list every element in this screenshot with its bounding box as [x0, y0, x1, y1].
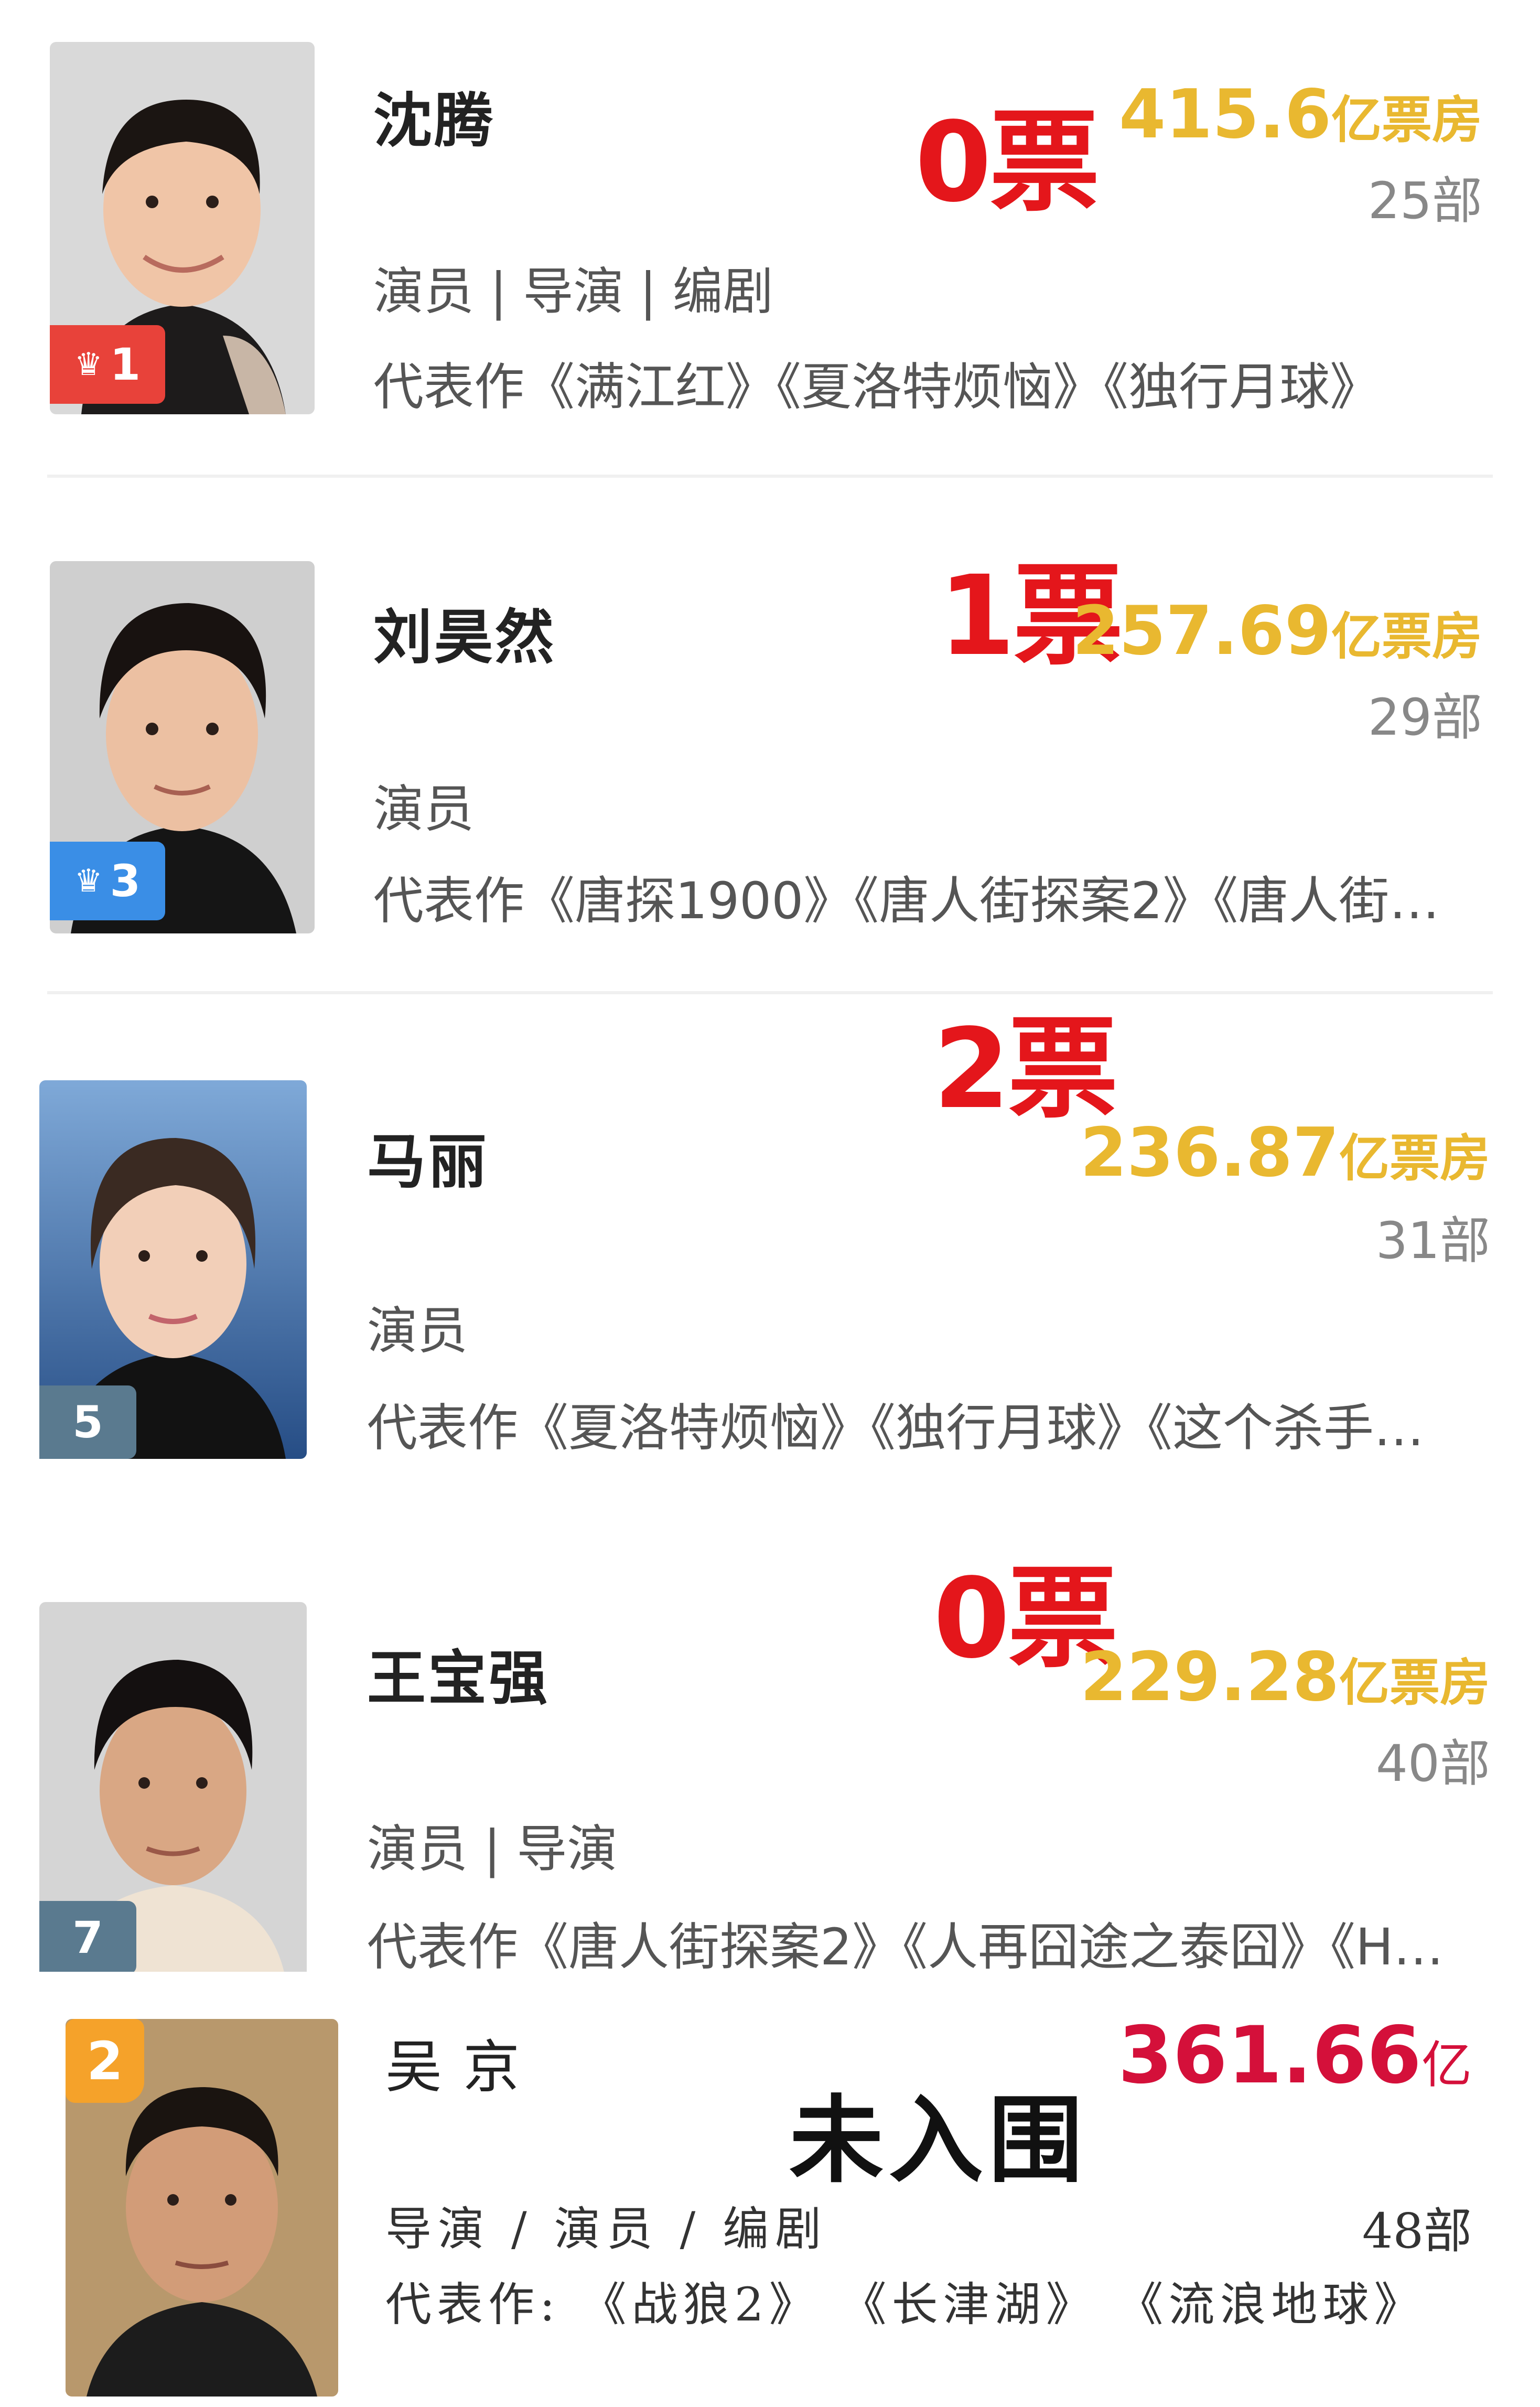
- box-office-value: 361.66: [1118, 2010, 1421, 2101]
- actor-name: 吴京: [385, 2035, 541, 2100]
- box-office-value: 229.28: [1080, 1638, 1339, 1716]
- vote-count: 2票: [933, 1005, 1118, 1133]
- actor-name: 王宝强: [367, 1645, 550, 1713]
- rank-badge: ♛ 1: [50, 325, 165, 404]
- actor-name: 马丽: [367, 1128, 489, 1196]
- rank-badge: ♛ 3: [50, 842, 165, 920]
- box-office-unit: 亿: [1421, 2036, 1472, 2094]
- actor-name: 刘昊然: [373, 604, 556, 672]
- box-office-value: 415.6: [1119, 76, 1331, 154]
- box-office-value: 236.87: [1080, 1114, 1339, 1192]
- box-office: 257.69亿票房: [1072, 598, 1482, 665]
- actor-roles: 演员: [373, 780, 474, 839]
- not-shortlisted-stamp: 未入围: [789, 2085, 1089, 2196]
- actor-name: 沈腾: [373, 87, 495, 155]
- crown-icon: ♛: [74, 863, 103, 899]
- actor-card-1[interactable]: ♛ 1 沈腾 0票 415.6亿票房 25部 演员 | 导演 | 编剧 代表作《…: [0, 0, 1540, 472]
- film-count: 31部: [1375, 1211, 1490, 1270]
- divider: [47, 991, 1493, 994]
- box-office: 415.6亿票房: [1119, 81, 1482, 148]
- actor-card-2[interactable]: ♛ 3 刘昊然 1票 257.69亿票房 29部 演员 代表作《唐探1900》《…: [0, 480, 1540, 983]
- actor-roles: 演员 | 导演 | 编剧: [373, 262, 773, 321]
- film-count: 48部: [1362, 2203, 1472, 2259]
- rank-number: 3: [110, 855, 141, 907]
- actor-roles: 演员 | 导演: [367, 1820, 618, 1878]
- representative-works[interactable]: 代表作《唐人街探案2》《人再囧途之泰囧》《H…: [367, 1906, 1444, 1972]
- rank-badge: 2: [66, 2019, 144, 2103]
- representative-works[interactable]: 代表作《夏洛特烦恼》《独行月球》《这个杀手…: [367, 1387, 1424, 1460]
- rank-badge: 7: [39, 1901, 136, 1972]
- rank-number: 1: [110, 339, 141, 390]
- box-office-unit: 亿票房: [1339, 1653, 1490, 1712]
- rank-number: 5: [72, 1396, 103, 1448]
- representative-works[interactable]: 代表作《满江红》《夏洛特烦恼》《独行月球》: [373, 346, 1380, 419]
- actor-roles: 演员: [367, 1302, 468, 1360]
- crown-icon: ♛: [74, 346, 103, 383]
- rank-badge: 5: [39, 1385, 136, 1459]
- box-office-value: 257.69: [1072, 592, 1331, 670]
- box-office-unit: 亿票房: [1339, 1129, 1490, 1188]
- box-office: 229.28亿票房: [1080, 1644, 1490, 1711]
- actor-card-4[interactable]: 7 王宝强 0票 229.28亿票房 40部 演员 | 导演 代表作《唐人街探案…: [0, 1521, 1540, 1972]
- rank-number: 7: [72, 1912, 103, 1963]
- box-office: 236.87亿票房: [1080, 1120, 1490, 1187]
- divider: [47, 475, 1493, 478]
- box-office: 361.66亿: [1118, 2016, 1472, 2095]
- bottom-actor-card[interactable]: 2 吴京 未入围 361.66亿 48部 导演 / 演员 / 编剧 代表作: 《…: [0, 1972, 1540, 2407]
- representative-works[interactable]: 代表作: 《战狼2》 《长津湖》 《流浪地球》: [385, 2271, 1540, 2339]
- film-count: 29部: [1367, 688, 1482, 747]
- actor-card-3[interactable]: 5 马丽 2票 236.87亿票房 31部 演员 代表作《夏洛特烦恼》《独行月球…: [0, 996, 1540, 1521]
- representative-works[interactable]: 代表作《唐探1900》《唐人街探案2》《唐人街…: [373, 860, 1439, 933]
- rank-number: 2: [87, 2030, 123, 2092]
- film-count: 40部: [1375, 1734, 1490, 1793]
- box-office-unit: 亿票房: [1331, 91, 1482, 149]
- vote-count: 0票: [915, 98, 1100, 227]
- film-count: 25部: [1367, 171, 1482, 230]
- box-office-unit: 亿票房: [1331, 607, 1482, 666]
- actor-roles: 导演 / 演员 / 编剧: [385, 2202, 828, 2256]
